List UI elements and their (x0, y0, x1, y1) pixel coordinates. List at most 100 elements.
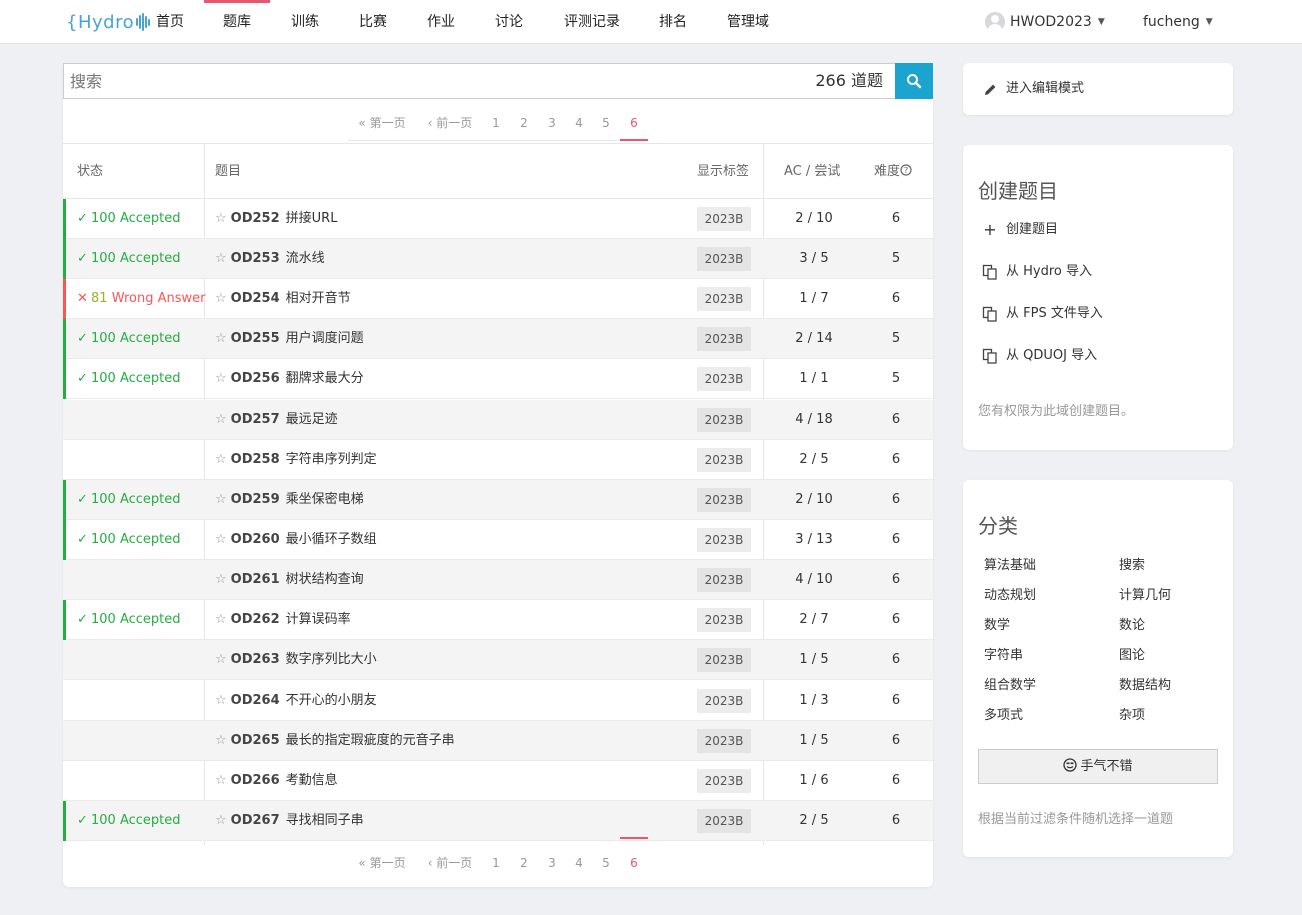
table-row[interactable]: ✕ 81 Wrong Answer ☆ OD254 相对开音节 2023B 1 / 7 6 (63, 279, 933, 319)
star-icon[interactable]: ☆ (215, 251, 227, 266)
problem-tag[interactable]: 2023B (697, 528, 751, 552)
category-item[interactable]: 数据结构 (1119, 674, 1171, 693)
status-link[interactable]: ✕ 81 Wrong Answer (77, 279, 205, 319)
problem-tag[interactable]: 2023B (697, 287, 751, 311)
page-1[interactable]: 1 (489, 851, 503, 881)
table-row[interactable]: ✓ 100 Accepted ☆ OD255 用户调度问题 2023B 2 / 14 5 (63, 319, 933, 359)
problem-name[interactable]: 乘坐保密电梯 (286, 492, 364, 507)
table-row[interactable]: ☆ OD265 最长的指定瑕疵度的元音子串 2023B 1 / 5 6 (63, 721, 933, 761)
problem-tag[interactable]: 2023B (697, 809, 751, 833)
star-icon[interactable]: ☆ (215, 412, 227, 427)
table-row[interactable]: ☆ OD257 最远足迹 2023B 4 / 18 6 (63, 400, 933, 440)
search-button[interactable] (895, 63, 933, 99)
problem-tag[interactable]: 2023B (697, 327, 751, 351)
star-icon[interactable]: ☆ (215, 331, 227, 346)
star-icon[interactable]: ☆ (215, 532, 227, 547)
page-4[interactable]: 4 (572, 111, 586, 141)
star-icon[interactable]: ☆ (215, 572, 227, 587)
status-link[interactable]: ✓ 100 Accepted (77, 359, 181, 399)
problem-id[interactable]: OD261 (231, 572, 280, 587)
star-icon[interactable]: ☆ (215, 693, 227, 708)
problem-name[interactable]: 流水线 (286, 251, 325, 266)
problem-name[interactable]: 考勤信息 (286, 773, 338, 788)
problem-id[interactable]: OD254 (231, 291, 280, 306)
category-item[interactable]: 搜索 (1119, 554, 1145, 573)
status-link[interactable]: ✓ 100 Accepted (77, 319, 181, 359)
problem-name[interactable]: 数字序列比大小 (286, 652, 377, 667)
category-item[interactable]: 算法基础 (984, 554, 1036, 573)
star-icon[interactable]: ☆ (215, 371, 227, 386)
nav-records[interactable]: 评测记录 (556, 0, 628, 44)
nav-homework[interactable]: 作业 (420, 0, 462, 44)
problem-tag[interactable]: 2023B (697, 408, 751, 432)
problem-id[interactable]: OD257 (231, 412, 280, 427)
problem-name[interactable]: 树状结构查询 (286, 572, 364, 587)
hydro-logo[interactable]: {Hydro (66, 8, 151, 36)
problem-name[interactable]: 最远足迹 (286, 412, 338, 427)
import-hydro-link[interactable]: 从 Hydro 导入 (981, 262, 1092, 282)
problem-id[interactable]: OD263 (231, 652, 280, 667)
category-item[interactable]: 字符串 (984, 644, 1023, 663)
page-first[interactable]: « 第一页 (356, 851, 408, 881)
table-row[interactable]: ☆ OD261 树状结构查询 2023B 4 / 10 6 (63, 560, 933, 600)
domain-switcher[interactable]: HWOD2023 ▼ (985, 0, 1105, 44)
problem-name[interactable]: 不开心的小朋友 (286, 693, 377, 708)
page-prev[interactable]: ‹ 前一页 (425, 851, 475, 881)
problem-id[interactable]: OD252 (231, 211, 280, 226)
nav-problems[interactable]: 题库 (204, 0, 270, 44)
nav-contest[interactable]: 比赛 (352, 0, 394, 44)
category-item[interactable]: 组合数学 (984, 674, 1036, 693)
problem-tag[interactable]: 2023B (697, 608, 751, 632)
problem-id[interactable]: OD258 (231, 452, 280, 467)
table-row[interactable]: ✓ 100 Accepted ☆ OD260 最小循环子数组 2023B 3 / 13 6 (63, 520, 933, 560)
problem-tag[interactable]: 2023B (697, 769, 751, 793)
problem-name[interactable]: 拼接URL (286, 211, 338, 226)
category-item[interactable]: 数学 (984, 614, 1010, 633)
problem-tag[interactable]: 2023B (697, 207, 751, 231)
problem-name[interactable]: 用户调度问题 (286, 331, 364, 346)
page-5[interactable]: 5 (599, 851, 613, 881)
problem-id[interactable]: OD260 (231, 532, 280, 547)
nav-ranking[interactable]: 排名 (652, 0, 694, 44)
problem-id[interactable]: OD264 (231, 693, 280, 708)
page-3[interactable]: 3 (545, 851, 559, 881)
table-row[interactable]: ✓ 100 Accepted ☆ OD262 计算误码率 2023B 2 / 7 6 (63, 600, 933, 640)
page-2[interactable]: 2 (517, 851, 531, 881)
table-row[interactable]: ☆ OD264 不开心的小朋友 2023B 1 / 3 6 (63, 681, 933, 721)
status-link[interactable]: ✓ 100 Accepted (77, 801, 181, 841)
problem-name[interactable]: 最小循环子数组 (286, 532, 377, 547)
category-item[interactable]: 动态规划 (984, 584, 1036, 603)
star-icon[interactable]: ☆ (215, 813, 227, 828)
lucky-button[interactable]: 手气不错 (978, 749, 1218, 784)
star-icon[interactable]: ☆ (215, 452, 227, 467)
page-2[interactable]: 2 (517, 111, 531, 141)
status-link[interactable]: ✓ 100 Accepted (77, 600, 181, 640)
user-menu[interactable]: fucheng ▼ (1143, 0, 1213, 44)
problem-tag[interactable]: 2023B (697, 488, 751, 512)
problem-name[interactable]: 寻找相同子串 (286, 813, 364, 828)
help-icon[interactable]: ? (900, 164, 912, 176)
status-link[interactable]: ✓ 100 Accepted (77, 239, 181, 279)
star-icon[interactable]: ☆ (215, 612, 227, 627)
nav-training[interactable]: 训练 (284, 0, 326, 44)
import-fps-link[interactable]: 从 FPS 文件导入 (981, 304, 1103, 324)
problem-id[interactable]: OD253 (231, 251, 280, 266)
status-link[interactable]: ✓ 100 Accepted (77, 520, 181, 560)
problem-id[interactable]: OD265 (231, 733, 280, 748)
page-5[interactable]: 5 (599, 111, 613, 141)
col-tags[interactable]: 显示标签 (697, 144, 749, 200)
table-row[interactable]: ✓ 100 Accepted ☆ OD253 流水线 2023B 3 / 5 5 (63, 239, 933, 279)
page-first[interactable]: « 第一页 (356, 111, 408, 141)
problem-id[interactable]: OD266 (231, 773, 280, 788)
table-row[interactable]: ✓ 100 Accepted ☆ OD259 乘坐保密电梯 2023B 2 / 10 6 (63, 480, 933, 520)
problem-tag[interactable]: 2023B (697, 689, 751, 713)
edit-mode-link[interactable]: 进入编辑模式 (981, 79, 1084, 99)
category-item[interactable]: 杂项 (1119, 704, 1145, 723)
star-icon[interactable]: ☆ (215, 291, 227, 306)
problem-name[interactable]: 计算误码率 (286, 612, 351, 627)
problem-tag[interactable]: 2023B (697, 729, 751, 753)
star-icon[interactable]: ☆ (215, 773, 227, 788)
create-problem-link[interactable]: + 创建题目 (981, 220, 1058, 240)
problem-name[interactable]: 翻牌求最大分 (286, 371, 364, 386)
table-row[interactable]: ✓ 100 Accepted ☆ OD252 拼接URL 2023B 2 / 10 6 (63, 199, 933, 239)
